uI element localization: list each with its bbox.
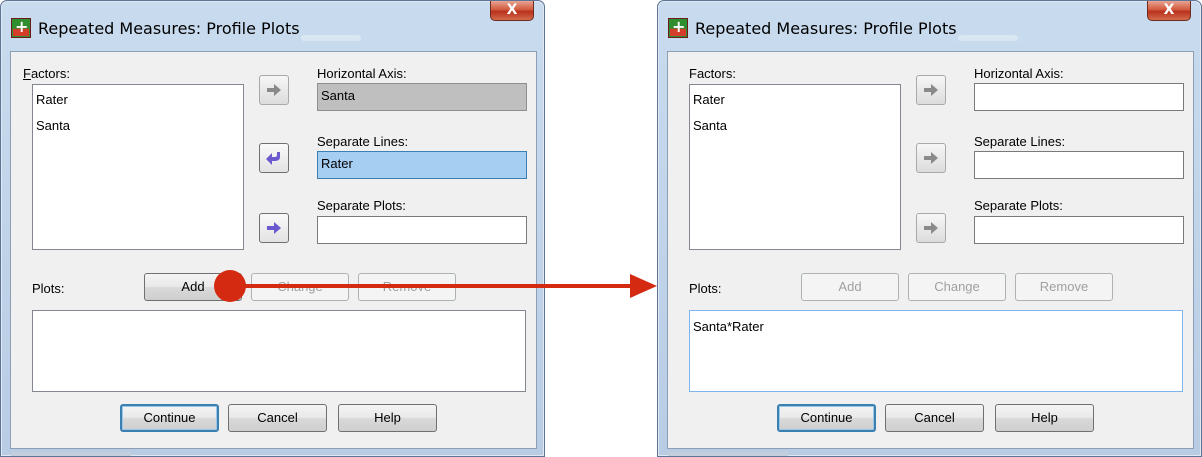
annotation-overlay	[214, 270, 657, 302]
click-marker-icon	[214, 270, 246, 302]
connector-arrowhead-icon	[630, 274, 657, 298]
